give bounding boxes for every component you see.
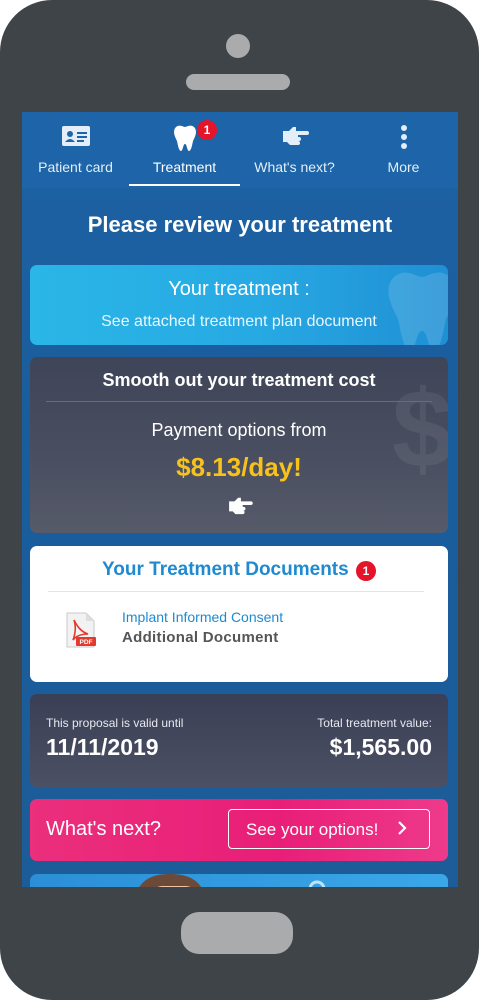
documents-title: Your Treatment Documents bbox=[102, 559, 349, 581]
tab-whats-next[interactable]: What's next? bbox=[240, 112, 349, 188]
whats-next-title: What's next? bbox=[46, 818, 161, 840]
pointing-hand-icon bbox=[281, 124, 309, 149]
illustration-image bbox=[126, 874, 222, 887]
total-value: $1,565.00 bbox=[329, 734, 432, 760]
tab-label: What's next? bbox=[254, 159, 335, 175]
active-tab-indicator bbox=[129, 184, 240, 186]
see-options-label: See your options! bbox=[246, 820, 379, 839]
tab-label: Treatment bbox=[152, 159, 217, 175]
tab-more[interactable]: More bbox=[349, 112, 458, 188]
see-options-button[interactable]: See your options! bbox=[228, 809, 430, 849]
payment-options-label: Payment options from bbox=[151, 420, 327, 440]
treatment-badge: 1 bbox=[197, 120, 217, 140]
valid-until-date: 11/11/2019 bbox=[46, 734, 159, 760]
phone-frame: Patient card 1 Treatment What's next? Mo… bbox=[0, 0, 479, 1000]
speaker-slot bbox=[186, 74, 290, 90]
tab-patient-card[interactable]: Patient card bbox=[22, 112, 129, 188]
treatment-card[interactable]: Your treatment : See attached treatment … bbox=[30, 265, 448, 345]
pdf-file-icon[interactable]: PDF bbox=[64, 612, 98, 653]
treatment-card-subtitle: See attached treatment plan document bbox=[101, 313, 377, 330]
promo-card-peek bbox=[30, 874, 448, 887]
valid-until-label: This proposal is valid until bbox=[46, 716, 184, 730]
tooth-icon bbox=[172, 124, 198, 155]
whats-next-card: What's next? See your options! bbox=[30, 799, 448, 861]
tab-label: Patient card bbox=[38, 159, 113, 175]
svg-text:PDF: PDF bbox=[80, 639, 93, 646]
app-screen: Patient card 1 Treatment What's next? Mo… bbox=[22, 112, 458, 887]
camera-dot bbox=[226, 34, 250, 58]
top-navigation: Patient card 1 Treatment What's next? Mo… bbox=[22, 112, 458, 188]
documents-badge: 1 bbox=[356, 561, 376, 581]
home-button[interactable] bbox=[181, 912, 293, 954]
tab-label: More bbox=[387, 159, 420, 175]
id-card-icon bbox=[61, 124, 91, 151]
documents-title-text: Your Treatment Documents bbox=[102, 559, 349, 580]
treatment-card-title: Your treatment : bbox=[168, 278, 310, 300]
payment-card-title: Smooth out your treatment cost bbox=[102, 370, 376, 390]
page-title: Please review your treatment bbox=[87, 212, 393, 237]
tab-treatment[interactable]: 1 Treatment bbox=[129, 112, 240, 188]
documents-card: Your Treatment Documents 1 PDF Implant I… bbox=[30, 546, 448, 682]
divider bbox=[46, 401, 432, 402]
document-link[interactable]: Implant Informed Consent bbox=[122, 609, 283, 625]
daily-price: $8.13/day! bbox=[176, 452, 302, 482]
document-type: Additional Document bbox=[122, 629, 279, 646]
divider bbox=[48, 591, 424, 592]
more-dots-icon bbox=[399, 124, 409, 153]
payment-options-card[interactable]: $ Smooth out your treatment cost Payment… bbox=[30, 357, 448, 533]
lock-shape-icon bbox=[306, 880, 328, 887]
total-value-label: Total treatment value: bbox=[317, 716, 432, 730]
proposal-summary-card: This proposal is valid until 11/11/2019 … bbox=[30, 694, 448, 787]
pointing-hand-icon[interactable] bbox=[227, 495, 253, 520]
chevron-right-icon bbox=[397, 820, 407, 841]
